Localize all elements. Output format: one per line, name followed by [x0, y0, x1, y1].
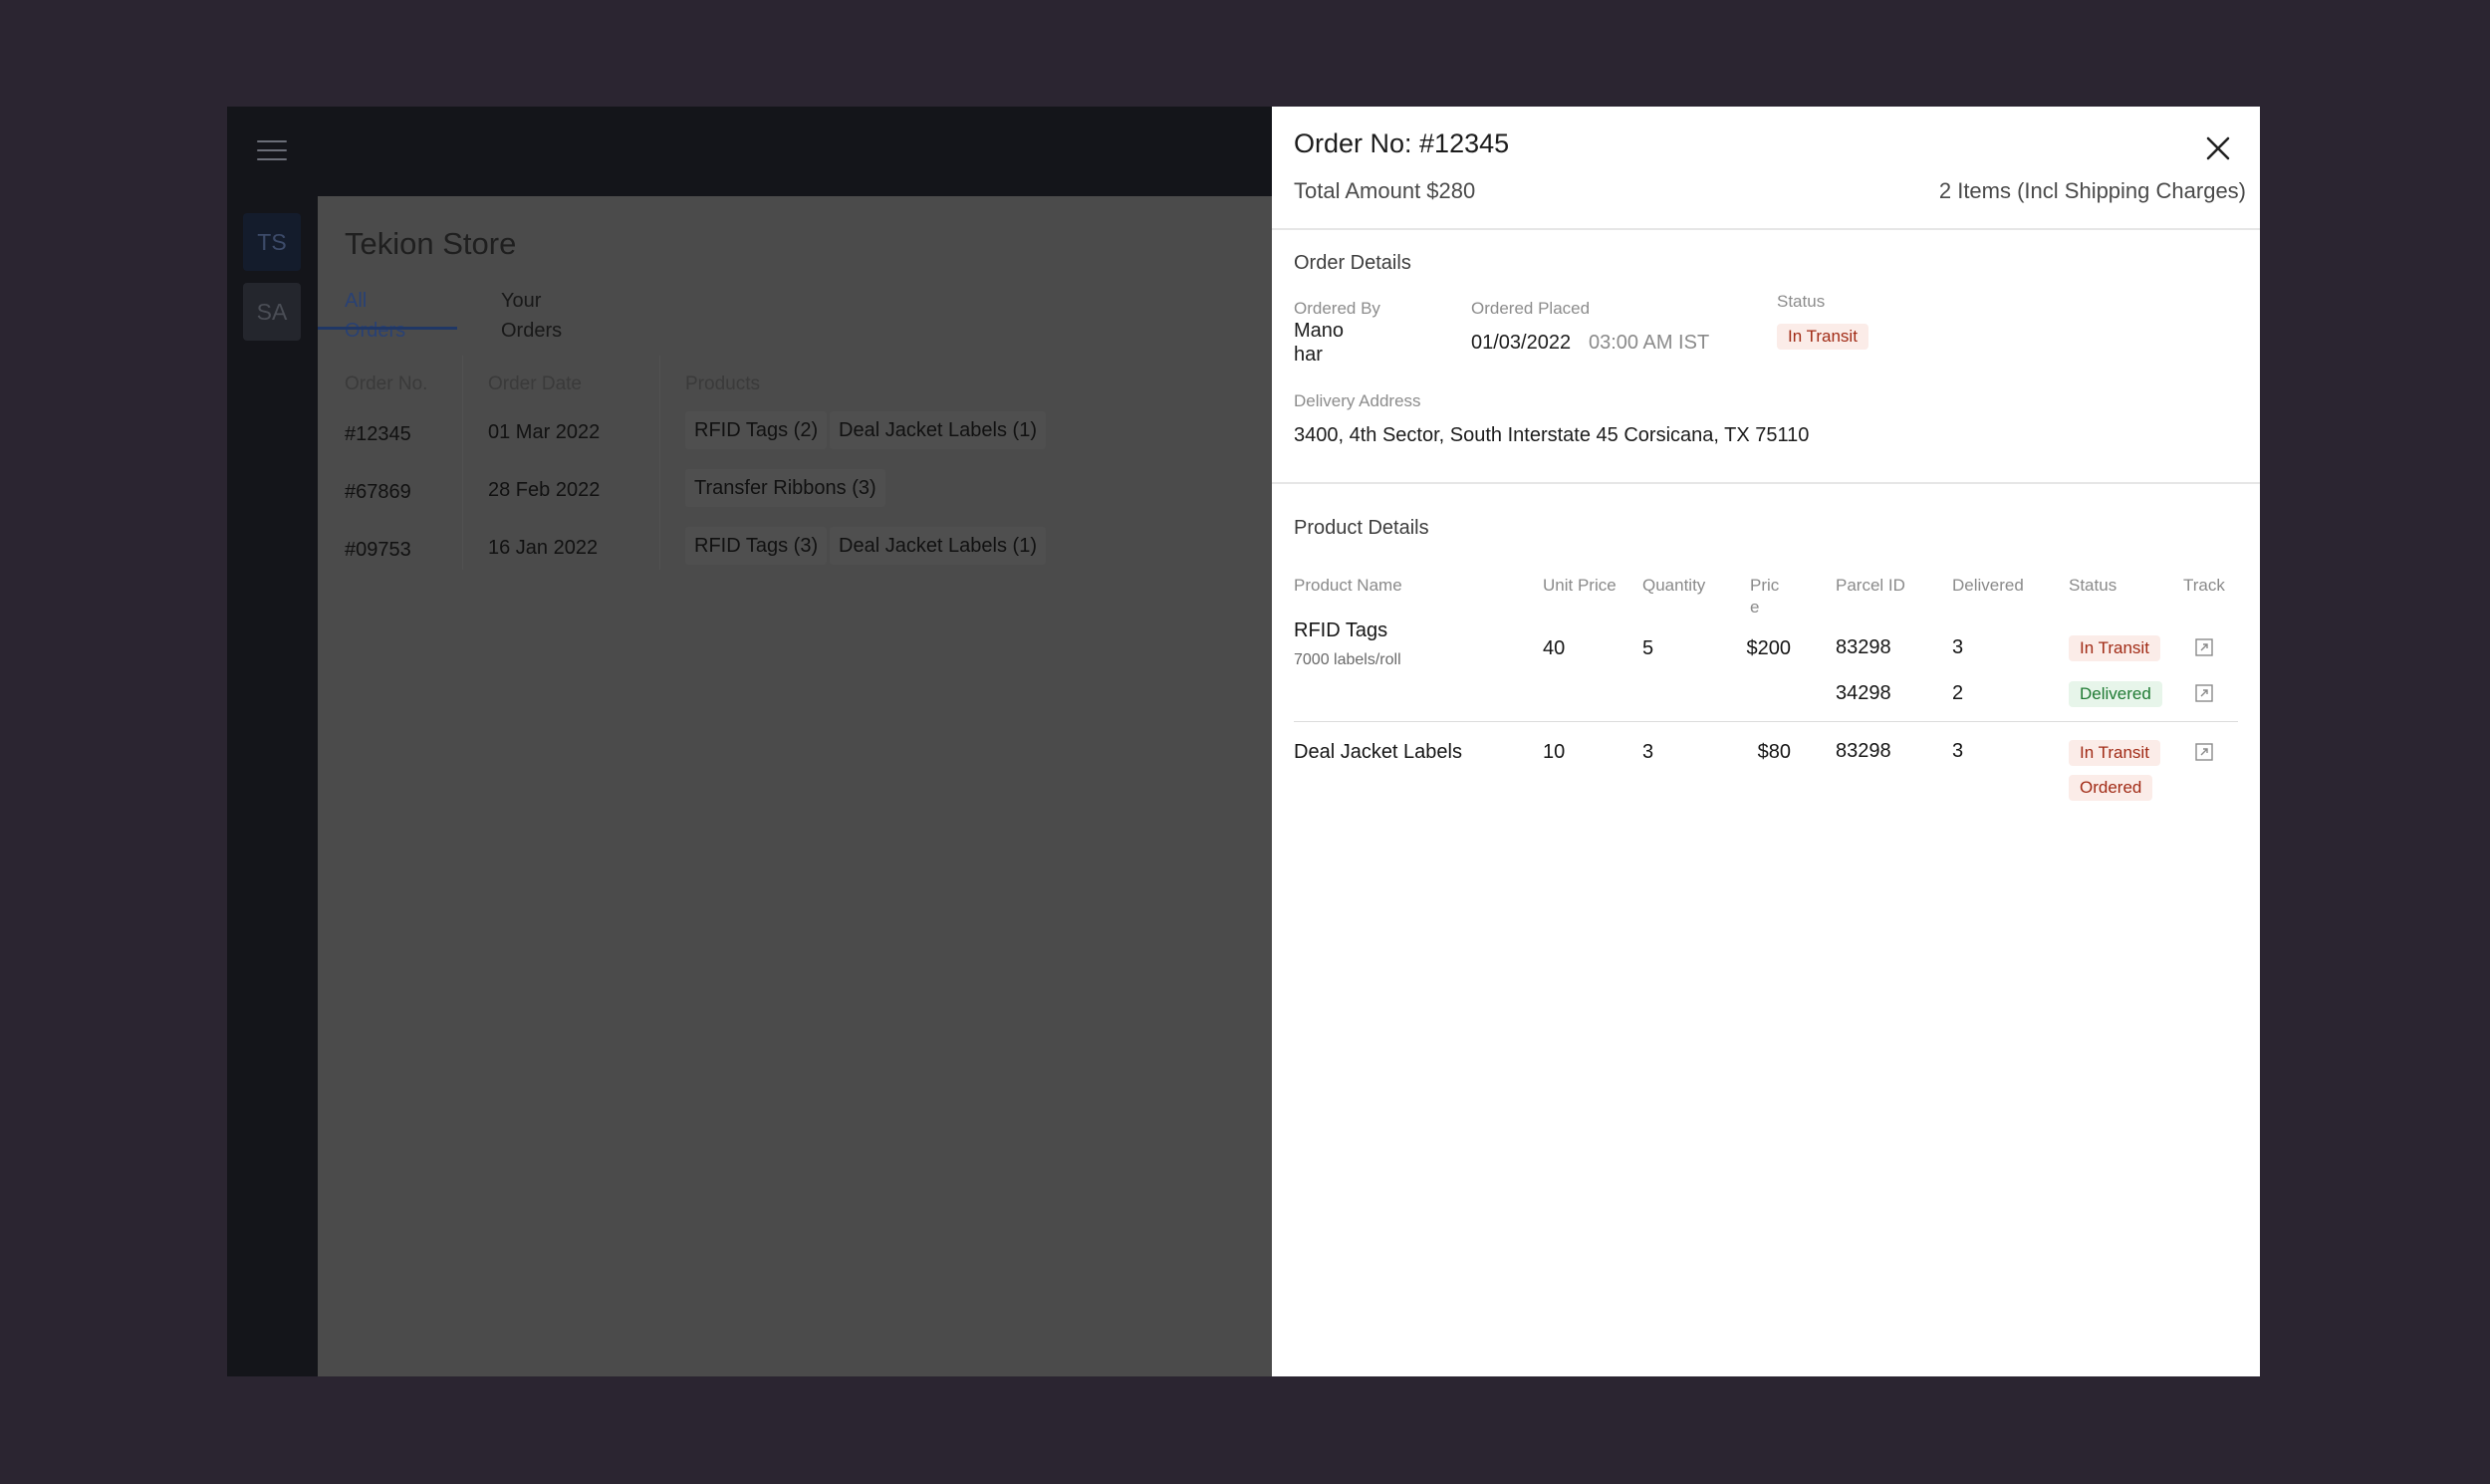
order-row-no[interactable]: #67869	[345, 481, 411, 504]
product-subtitle: 7000 labels/roll	[1294, 651, 1401, 668]
parcel-id: 34298	[1836, 682, 1891, 704]
product-chip: RFID Tags (2)	[685, 411, 828, 449]
order-row-date: 28 Feb 2022	[488, 479, 601, 501]
external-link-icon	[2195, 743, 2213, 761]
quantity: 5	[1642, 637, 1654, 659]
track-button[interactable]	[2194, 742, 2214, 762]
product-chip: Deal Jacket Labels (1)	[830, 527, 1046, 565]
delivered-count: 3	[1952, 636, 1964, 658]
drawer-title: Order No: #12345	[1294, 128, 1510, 158]
product-chip: RFID Tags (3)	[685, 527, 828, 565]
order-row-date: 01 Mar 2022	[488, 421, 601, 443]
price: $200	[1746, 637, 1792, 659]
product-chip: Transfer Ribbons (3)	[685, 469, 885, 507]
page-title: Tekion Store	[345, 226, 517, 261]
status-badge: In Transit	[1777, 324, 1868, 350]
header-track: Track	[2183, 576, 2225, 595]
external-link-icon	[2195, 638, 2213, 656]
header-price-line2: e	[1750, 598, 1760, 617]
ordered-placed-label: Ordered Placed	[1471, 299, 1591, 318]
column-divider	[659, 356, 660, 570]
product-name: Deal Jacket Labels	[1294, 741, 1462, 763]
unit-price: 10	[1543, 741, 1566, 763]
delivered-count: 3	[1952, 740, 1964, 762]
header-delivered: Delivered	[1952, 576, 2024, 595]
order-row-date: 16 Jan 2022	[488, 537, 599, 559]
items-count: 2 Items (Incl Shipping Charges)	[1938, 178, 2246, 203]
price: $80	[1757, 741, 1791, 763]
ordered-placed-time: 03:00 AM IST	[1589, 332, 1710, 354]
header-price: Pric e	[1750, 575, 1779, 618]
divider	[1272, 228, 2260, 230]
unit-price: 40	[1543, 637, 1566, 659]
header-quantity: Quantity	[1642, 576, 1706, 595]
parcel-id: 83298	[1836, 636, 1891, 658]
track-button[interactable]	[2194, 683, 2214, 703]
header-parcel-id: Parcel ID	[1836, 576, 1905, 595]
orders-content: Tekion Store All Orders Your Orders Orde…	[318, 196, 1272, 1376]
row-divider	[1294, 721, 2238, 722]
order-details-title: Order Details	[1294, 252, 1411, 274]
total-amount: Total Amount $280	[1294, 178, 1476, 203]
order-row-no[interactable]: #12345	[345, 423, 411, 446]
column-header-order-date: Order Date	[488, 373, 582, 394]
parcel-status-badge: In Transit	[2069, 635, 2160, 661]
external-link-icon	[2195, 684, 2213, 702]
close-icon	[2206, 136, 2230, 160]
header-status: Status	[2069, 576, 2117, 595]
column-header-order-no: Order No.	[345, 373, 428, 394]
track-button[interactable]	[2194, 637, 2214, 657]
product-details-title: Product Details	[1294, 517, 1429, 539]
parcel-status-badge: In Transit	[2069, 740, 2160, 766]
status-label: Status	[1777, 292, 1826, 311]
divider	[1272, 482, 2260, 484]
column-header-products: Products	[685, 373, 760, 394]
order-row-no[interactable]: #09753	[345, 539, 411, 562]
ordered-by-value-cont: har	[1294, 344, 1323, 366]
side-nav	[227, 196, 318, 1376]
quantity: 3	[1642, 741, 1654, 763]
header-unit-price: Unit Price	[1543, 576, 1617, 595]
delivery-address-label: Delivery Address	[1294, 391, 1421, 410]
ordered-status-badge: Ordered	[2069, 775, 2153, 801]
close-button[interactable]	[2202, 132, 2234, 164]
column-divider	[462, 356, 463, 570]
product-name: RFID Tags	[1294, 619, 1388, 641]
tab-all-orders[interactable]: All Orders	[345, 286, 405, 342]
tab-active-indicator	[318, 327, 457, 330]
delivery-address: 3400, 4th Sector, South Interstate 45 Co…	[1294, 424, 1810, 446]
header-product-name: Product Name	[1294, 576, 1402, 595]
product-chip: Deal Jacket Labels (1)	[830, 411, 1046, 449]
parcel-id: 83298	[1836, 740, 1891, 762]
tab-your-orders[interactable]: Your Orders	[501, 286, 562, 342]
order-details-drawer: Order No: #12345 Total Amount $280 2 Ite…	[1272, 107, 2260, 1376]
avatar-sa[interactable]: SA	[243, 283, 301, 341]
delivered-count: 2	[1952, 682, 1964, 704]
parcel-status-badge: Delivered	[2069, 681, 2162, 707]
header-price-line1: Pric	[1750, 576, 1780, 595]
ordered-by-value: Mano	[1294, 320, 1345, 342]
avatar-ts[interactable]: TS	[243, 213, 301, 271]
ordered-by-label: Ordered By	[1294, 299, 1380, 318]
menu-icon[interactable]	[257, 140, 287, 162]
ordered-placed-date: 01/03/2022	[1471, 332, 1572, 354]
